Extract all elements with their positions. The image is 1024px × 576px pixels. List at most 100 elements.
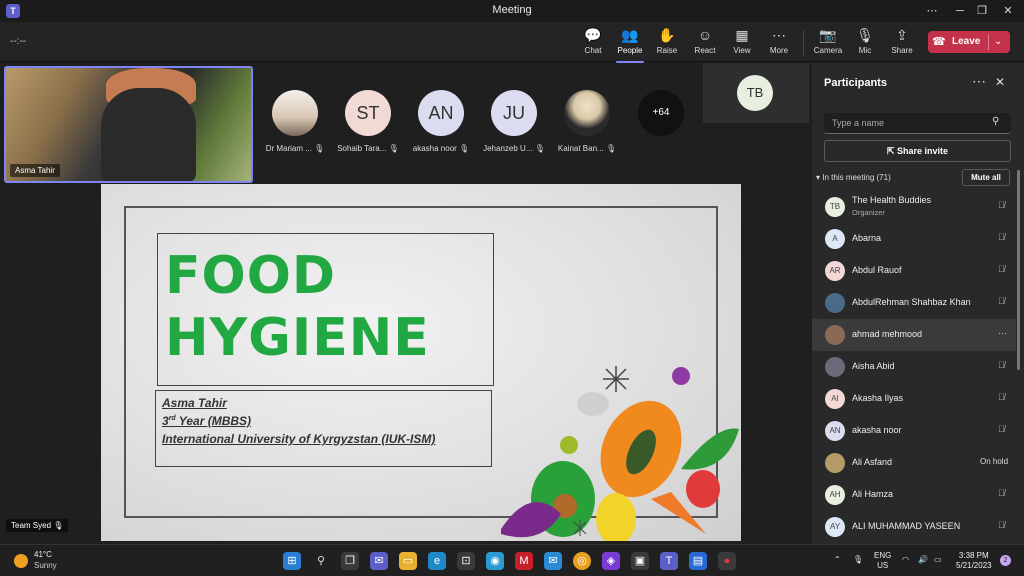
mic-tray-icon[interactable]: 🎙	[853, 555, 863, 565]
speaker-icon[interactable]: 🔊	[918, 555, 928, 565]
language-indicator[interactable]: ENG US	[874, 551, 891, 571]
view-button[interactable]: ▦ View	[724, 26, 760, 60]
participant-row[interactable]: ahmad mehmood ⋯	[812, 319, 1016, 351]
participant-row[interactable]: Ali Asfand On hold	[812, 447, 1016, 479]
notification-badge[interactable]: 2	[1000, 555, 1011, 566]
avatar: TB	[737, 75, 773, 111]
window-title: Meeting	[492, 4, 532, 16]
battery-icon[interactable]: ▭	[934, 555, 942, 565]
close-window-icon[interactable]: ✕	[994, 2, 1022, 20]
weather-condition[interactable]: Sunny	[34, 561, 57, 570]
chat-button[interactable]: 💬 Chat	[575, 26, 611, 60]
windows-taskbar: 41°C Sunny ⊞ ⚲ ❐ ✉ ▭ e ⊡ ◉ M ✉ ◎ ◈ ▣ T ▤…	[0, 544, 1024, 576]
maximize-icon[interactable]: ❐	[968, 2, 996, 20]
weather-temperature[interactable]: 41°C	[34, 550, 52, 559]
organizer-tile[interactable]: TB	[703, 63, 809, 123]
mic-off-icon: 🎙	[605, 144, 617, 153]
file-explorer-icon[interactable]: ▭	[399, 552, 417, 570]
leave-button[interactable]: ☎ Leave ⌄	[928, 31, 1010, 53]
grid-icon: ▦	[735, 27, 749, 43]
task-view-icon[interactable]: ❐	[341, 552, 359, 570]
share-button[interactable]: ⇪ Share	[884, 26, 920, 60]
notepad-icon[interactable]: ▤	[689, 552, 707, 570]
teams-icon[interactable]: T	[660, 552, 678, 570]
avatar: AY	[825, 517, 845, 537]
toolbar-divider	[803, 30, 804, 56]
participant-tile[interactable]: AN akasha noor 🎙	[405, 90, 477, 153]
share-icon: ⇱	[886, 146, 895, 156]
participant-tile[interactable]: Dr Mariam ... 🎙	[259, 90, 331, 153]
clock[interactable]: 3:38 PM 5/21/2023	[956, 551, 992, 571]
participant-row[interactable]: TB The Health Buddies Organizer 🎙̸	[812, 191, 1016, 223]
participant-row[interactable]: Aisha Abid 🎙̸	[812, 351, 1016, 383]
mic-off-icon: 🎙̸	[998, 360, 1005, 370]
participant-row[interactable]: AN akasha noor 🎙̸	[812, 415, 1016, 447]
meeting-toolbar: --:-- 💬 Chat 👥 People ✋ Raise ☺ React ▦ View …	[0, 22, 1024, 63]
mic-off-icon: 🎙	[856, 27, 874, 43]
participant-row[interactable]: AbdulRehman Shahbaz Khan 🎙̸	[812, 287, 1016, 319]
participant-name: The Health Buddies	[852, 195, 932, 205]
teams-chat-icon[interactable]: ✉	[370, 552, 388, 570]
avatar: AI	[825, 389, 845, 409]
store-icon[interactable]: ⊡	[457, 552, 475, 570]
mic-off-icon: 🎙̸	[998, 296, 1005, 306]
meeting-stage: Asma Tahir Dr Mariam ... 🎙 ST Sohaib Tar…	[0, 63, 811, 544]
participant-row[interactable]: AR Abdul Rauof 🎙̸	[812, 255, 1016, 287]
participant-name: ahmad mehmood	[852, 329, 923, 339]
chrome-icon[interactable]: ◎	[573, 552, 591, 570]
camera-button[interactable]: 📷 Camera	[810, 26, 846, 60]
people-button[interactable]: 👥 People	[612, 26, 648, 63]
participant-tile[interactable]: ST Sohaib Tara... 🎙	[332, 90, 404, 153]
share-invite-button[interactable]: ⇱ Share invite	[824, 140, 1011, 162]
chevron-down-icon: ▾	[816, 173, 821, 182]
more-participants-button[interactable]: +64	[638, 90, 684, 136]
edge-icon[interactable]: e	[428, 552, 446, 570]
panel-scrollbar[interactable]	[1017, 170, 1020, 370]
more-button[interactable]: ⋯ More	[761, 26, 797, 60]
close-icon[interactable]: ✕	[995, 75, 1005, 89]
participant-row[interactable]: AI Akasha Ilyas 🎙̸	[812, 383, 1016, 415]
mcafee-icon[interactable]: M	[515, 552, 533, 570]
participant-row[interactable]: AH Ali Hamza 🎙̸	[812, 479, 1016, 511]
window-more-icon[interactable]: ⋯	[918, 2, 946, 20]
react-button[interactable]: ☺ React	[687, 26, 723, 60]
participant-row[interactable]: A Abarna 🎙̸	[812, 223, 1016, 255]
sparkle-icon	[603, 366, 629, 392]
avatar: AH	[825, 485, 845, 505]
row-more-icon[interactable]: ⋯	[998, 328, 1007, 339]
recorder-icon[interactable]: ●	[718, 552, 736, 570]
raise-hand-button[interactable]: ✋ Raise	[649, 26, 685, 60]
panel-title: Participants	[824, 77, 887, 89]
avatar	[564, 90, 610, 136]
leave-options-chevron-icon[interactable]: ⌄	[994, 31, 1002, 53]
sun-icon[interactable]	[14, 554, 28, 568]
mic-button[interactable]: 🎙 Mic	[847, 26, 883, 60]
participant-search-input[interactable]	[824, 113, 1011, 134]
grape-icon	[672, 367, 690, 385]
start-icon[interactable]: ⊞	[283, 552, 301, 570]
mic-off-icon: 🎙	[314, 144, 325, 153]
chevron-up-icon[interactable]: ⌃	[834, 555, 841, 565]
pea-icon	[560, 436, 578, 454]
mic-off-icon: 🎙	[534, 144, 545, 153]
avatar	[272, 90, 318, 136]
panel-more-icon[interactable]: ⋯	[972, 73, 986, 90]
search-icon[interactable]: ⚲	[312, 552, 330, 570]
participant-row[interactable]: AY ALI MUHAMMAD YASEEN 🎙̸	[812, 511, 1016, 543]
wifi-icon[interactable]: ◠	[902, 555, 909, 565]
in-meeting-section-header[interactable]: ▾ In this meeting (71)	[816, 173, 891, 182]
firefox-dev-icon[interactable]: ◉	[486, 552, 504, 570]
avatar: A	[825, 229, 845, 249]
self-video-tile[interactable]: Asma Tahir	[4, 66, 253, 183]
mail-icon[interactable]: ✉	[544, 552, 562, 570]
participant-name: Ali Hamza	[852, 489, 894, 499]
mute-all-button[interactable]: Mute all	[962, 169, 1010, 186]
search-icon[interactable]: ⚲	[992, 116, 999, 127]
avatar: JU	[491, 90, 537, 136]
visual-studio-icon[interactable]: ◈	[602, 552, 620, 570]
participant-tile[interactable]: Kainat Ban... 🎙	[551, 90, 623, 153]
participant-tile[interactable]: JU Jehanzeb U... 🎙	[478, 90, 550, 153]
phone-hangup-icon: ☎	[932, 36, 946, 48]
terminal-icon[interactable]: ▣	[631, 552, 649, 570]
mic-off-icon: 🎙̸	[998, 200, 1005, 210]
